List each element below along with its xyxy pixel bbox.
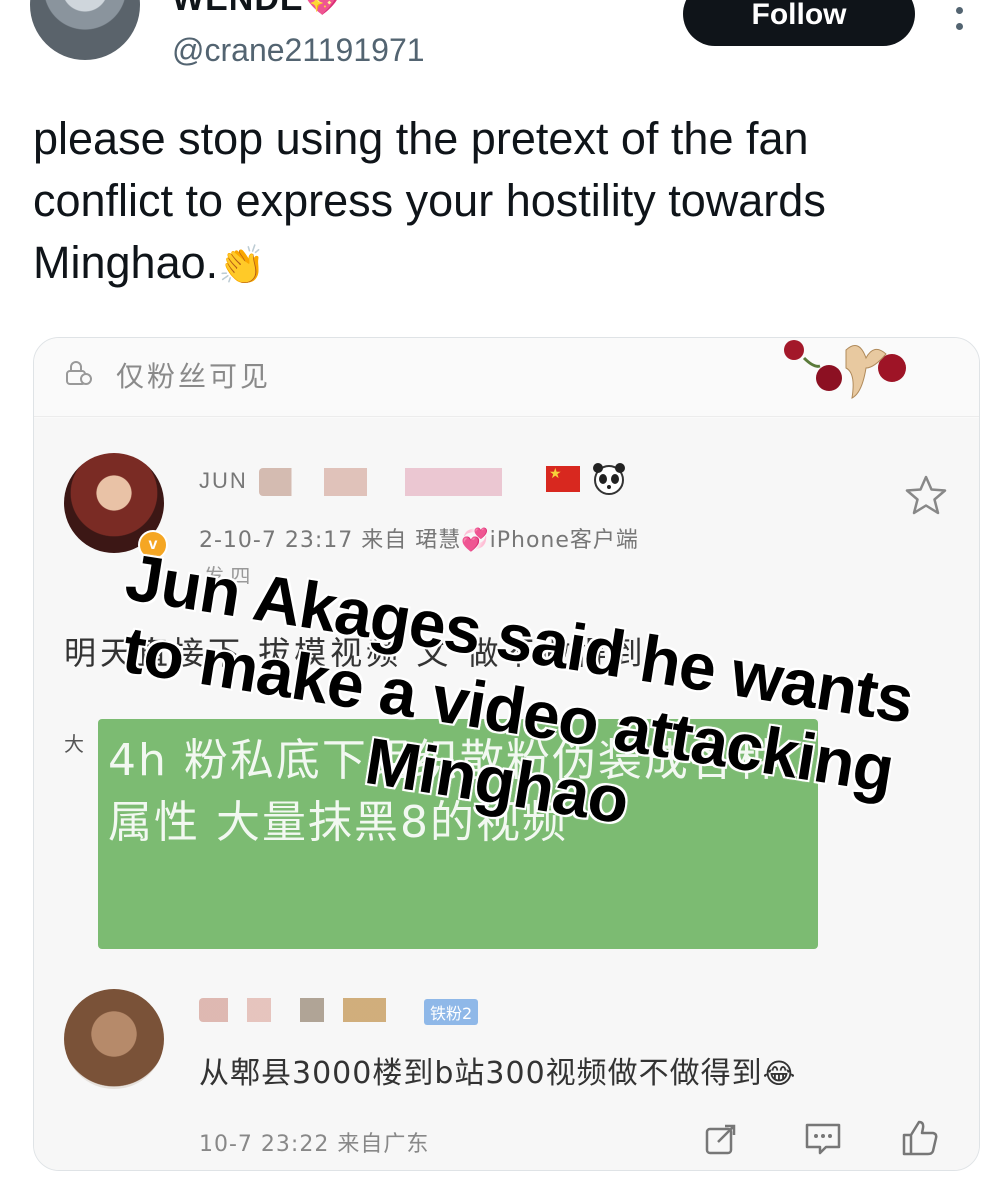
more-options-icon[interactable] [952,0,966,30]
card-header: 仅粉丝可见 [34,338,979,417]
comment-icon [805,1123,841,1155]
star-icon [905,475,947,515]
blurred-name [259,468,529,496]
post-meta: 2-10-7 23:17 来自 珺慧💞iPhone客户端 [199,528,639,553]
tweet-text: please stop using the pretext of the fan… [33,108,953,297]
follow-button[interactable]: Follow [683,0,915,46]
lock-icon [66,361,92,385]
reply-meta: 10-7 23:22 来自广东 [199,1132,430,1157]
user-avatar[interactable] [30,0,140,60]
reply-avatar [64,989,164,1089]
like-icon [902,1120,938,1156]
display-name[interactable]: WENDE💖 [172,0,342,19]
heart-emoji-icon: 💖 [303,0,342,17]
share-icon [705,1124,736,1155]
post-prefix: 大 [64,732,84,756]
display-name-text: WENDE [172,0,304,18]
panda-icon [593,463,625,495]
reply-text-content: 从郫县3000楼到b站300视频做不做得到 [199,1056,763,1091]
fans-only-label: 仅粉丝可见 [116,360,272,393]
user-handle[interactable]: @crane21191971 [172,32,425,69]
china-flag-icon [546,465,580,492]
poster-name: JUN [199,468,248,493]
tweet-text-content: please stop using the pretext of the fan… [33,113,826,288]
roses-decoration [784,340,906,399]
clap-icon: 👏 [218,245,266,288]
